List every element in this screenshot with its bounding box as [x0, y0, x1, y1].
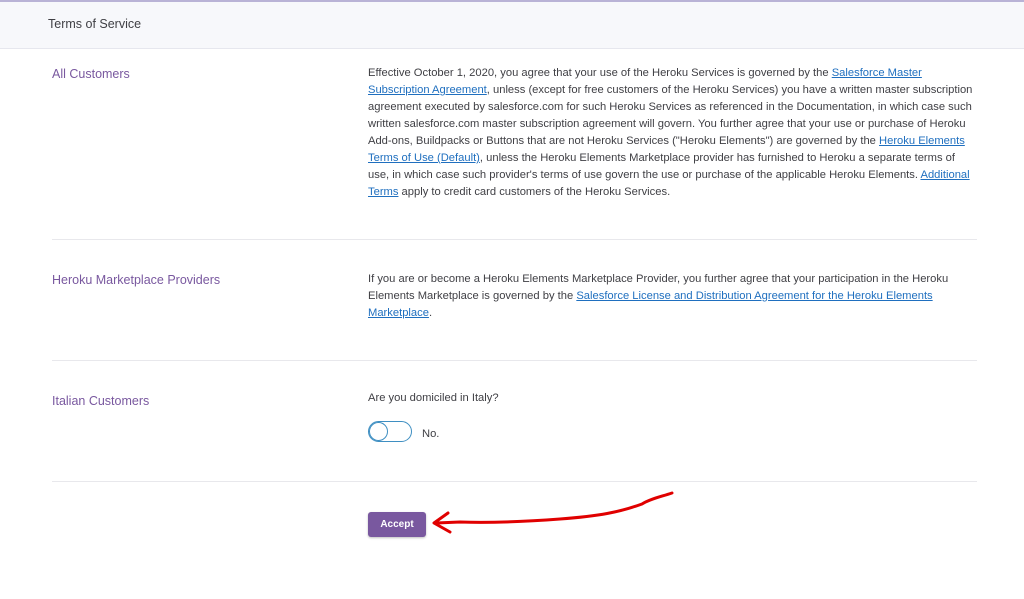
section-label-marketplace-providers: Heroku Marketplace Providers	[52, 273, 221, 287]
toggle-knob	[369, 422, 388, 441]
section-label-italian-customers: Italian Customers	[52, 394, 150, 408]
section-divider	[52, 239, 977, 240]
italy-domicile-toggle[interactable]	[368, 421, 412, 442]
section-divider	[52, 481, 977, 482]
section-label-all-customers: All Customers	[52, 67, 130, 81]
marketplace-providers-terms-text: If you are or become a Heroku Elements M…	[368, 273, 949, 319]
page-header: Terms of Service	[0, 2, 1024, 49]
toggle-state-label: No.	[422, 428, 440, 440]
page-title: Terms of Service	[48, 17, 142, 31]
accept-button[interactable]: Accept	[368, 512, 426, 537]
italy-domicile-question: Are you domiciled in Italy?	[368, 392, 499, 404]
all-customers-terms-text: Effective October 1, 2020, you agree tha…	[368, 67, 973, 198]
section-divider	[52, 360, 977, 361]
